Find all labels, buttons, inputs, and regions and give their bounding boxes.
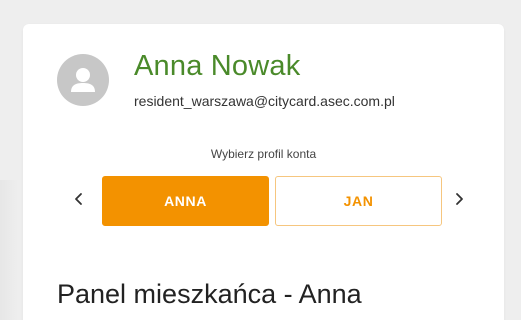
page: Anna Nowak resident_warszawa@citycard.as… <box>0 0 521 320</box>
user-email: resident_warszawa@citycard.asec.com.pl <box>134 93 395 109</box>
user-name: Anna Nowak <box>134 50 301 82</box>
profile-select-prompt: Wybierz profil konta <box>210 147 317 161</box>
page-title: Panel mieszkańca - Anna <box>57 279 362 309</box>
profile-button-jan[interactable]: JAN <box>275 176 442 226</box>
profile-button-anna[interactable]: ANNA <box>102 176 269 226</box>
background-shade <box>0 180 18 320</box>
user-avatar-icon <box>57 54 109 106</box>
chevron-left-icon[interactable] <box>64 184 94 214</box>
user-card: Anna Nowak resident_warszawa@citycard.as… <box>23 24 504 320</box>
chevron-right-icon[interactable] <box>444 184 474 214</box>
